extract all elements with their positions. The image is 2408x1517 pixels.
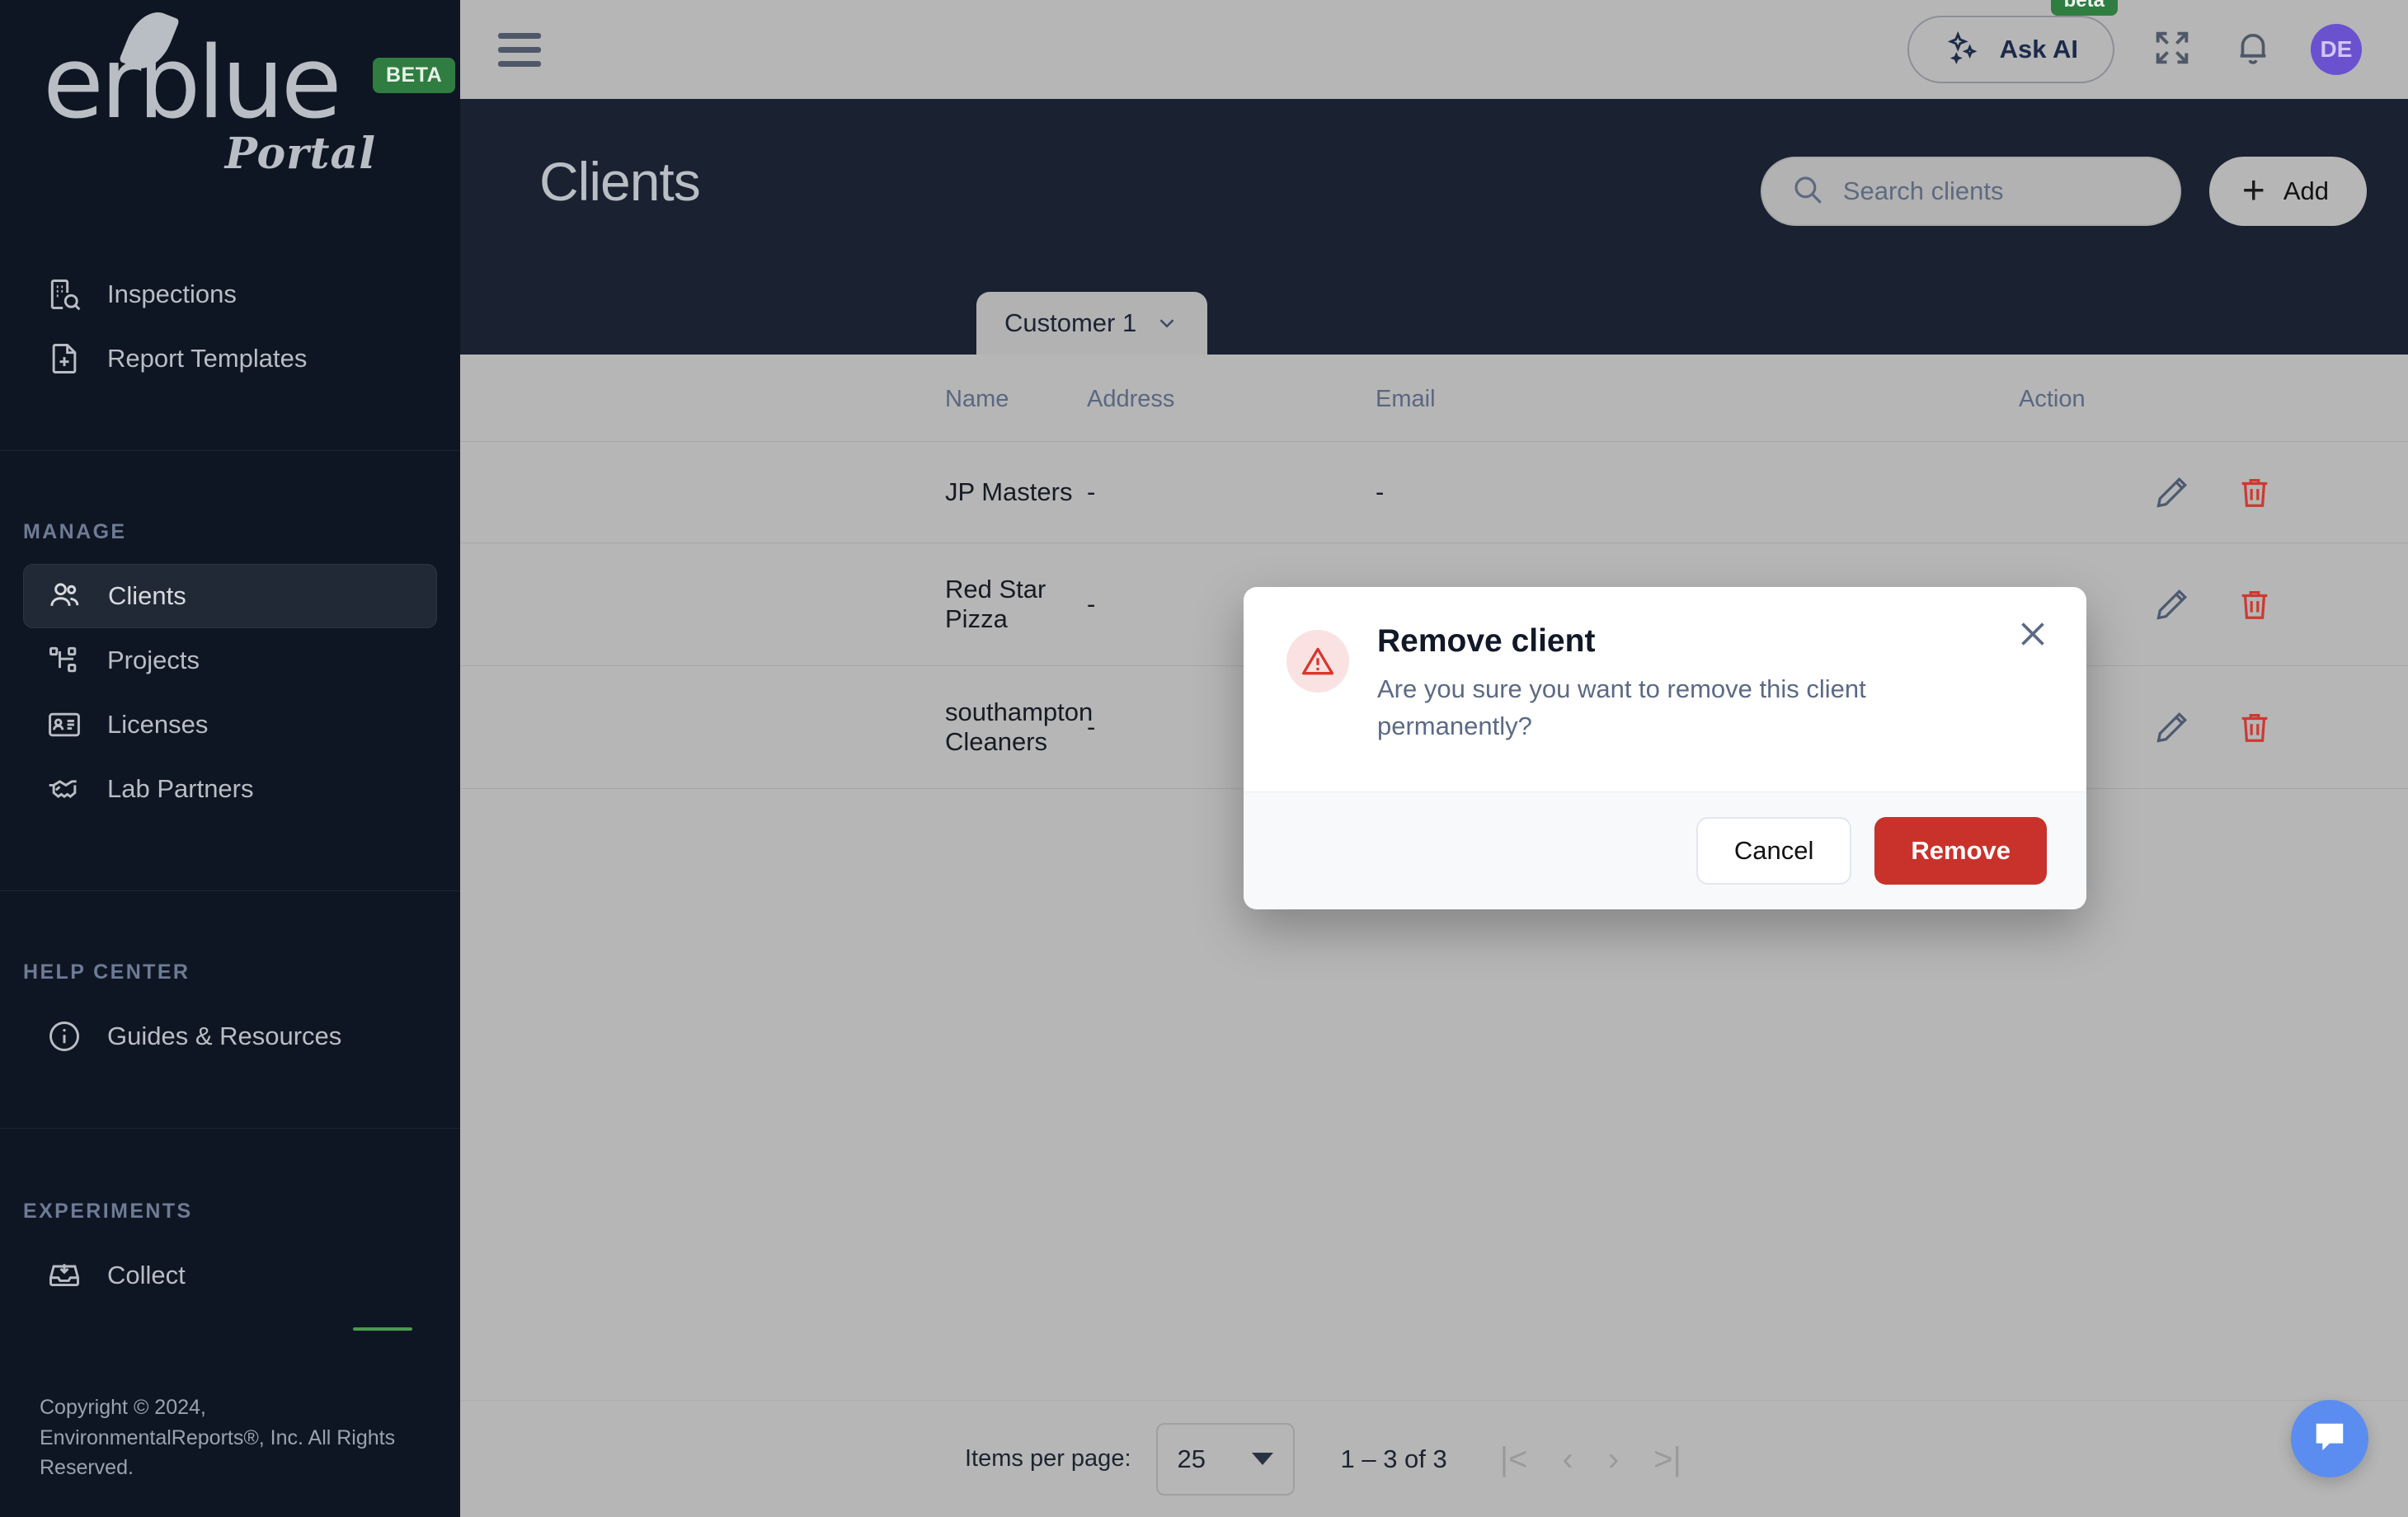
warning-triangle-icon	[1286, 630, 1349, 693]
inbox-download-icon	[46, 1257, 82, 1294]
sidebar-item-report-templates[interactable]: Report Templates	[23, 326, 437, 391]
sidebar-item-guides-resources[interactable]: Guides & Resources	[23, 1004, 437, 1068]
sidebar-item-inspections[interactable]: Inspections	[23, 262, 437, 326]
remove-client-dialog: Remove client Are you sure you want to r…	[1244, 587, 2086, 909]
remove-button[interactable]: Remove	[1874, 817, 2047, 885]
beta-badge: BETA	[373, 58, 455, 93]
main-area: Ask AI beta	[460, 0, 2408, 1517]
sidebar-item-label: Inspections	[107, 279, 237, 309]
copyright-text: Copyright © 2024, EnvironmentalReports®,…	[0, 1393, 460, 1482]
sidebar-item-label: Report Templates	[107, 344, 307, 373]
sidebar-item-clients[interactable]: Clients	[23, 564, 437, 628]
dialog-message: Are you sure you want to remove this cli…	[1377, 671, 1888, 745]
id-card-icon	[46, 707, 82, 743]
accent-rule	[353, 1327, 412, 1331]
building-search-icon	[46, 276, 82, 312]
sidebar-item-lab-partners[interactable]: Lab Partners	[23, 757, 437, 821]
sidebar-item-label: Projects	[107, 646, 200, 675]
logo-text: erblue	[43, 26, 339, 141]
sidebar-divider-3	[0, 1128, 460, 1129]
dialog-body: Remove client Are you sure you want to r…	[1244, 587, 2086, 791]
cancel-button[interactable]: Cancel	[1696, 817, 1852, 885]
sidebar: erblue Portal BETA Inspections	[0, 0, 460, 1517]
sidebar-group-manage: MANAGE	[0, 520, 460, 544]
sidebar-item-collect[interactable]: Collect	[23, 1243, 437, 1308]
sidebar-item-label: Licenses	[107, 710, 208, 740]
sidebar-item-label: Guides & Resources	[107, 1022, 341, 1051]
sidebar-item-label: Lab Partners	[107, 774, 254, 804]
brand-logo[interactable]: erblue Portal BETA	[0, 0, 460, 262]
sitemap-icon	[46, 642, 82, 679]
dialog-title: Remove client	[1377, 623, 1888, 660]
sidebar-item-label: Collect	[107, 1261, 186, 1290]
sidebar-item-projects[interactable]: Projects	[23, 628, 437, 693]
close-icon[interactable]	[2014, 615, 2052, 653]
app-root: erblue Portal BETA Inspections	[0, 0, 2408, 1517]
sidebar-group-help-center: HELP CENTER	[0, 960, 460, 984]
sidebar-item-licenses[interactable]: Licenses	[23, 693, 437, 757]
users-icon	[47, 578, 83, 614]
info-circle-icon	[46, 1018, 82, 1054]
sidebar-divider-1	[0, 450, 460, 451]
dialog-footer: Cancel Remove	[1244, 791, 2086, 909]
sidebar-divider-2	[0, 890, 460, 891]
sidebar-item-label: Clients	[108, 581, 186, 611]
document-plus-icon	[46, 341, 82, 377]
handshake-icon	[46, 771, 82, 807]
sidebar-group-experiments: EXPERIMENTS	[0, 1200, 460, 1223]
dialog-text-block: Remove client Are you sure you want to r…	[1377, 623, 1888, 745]
